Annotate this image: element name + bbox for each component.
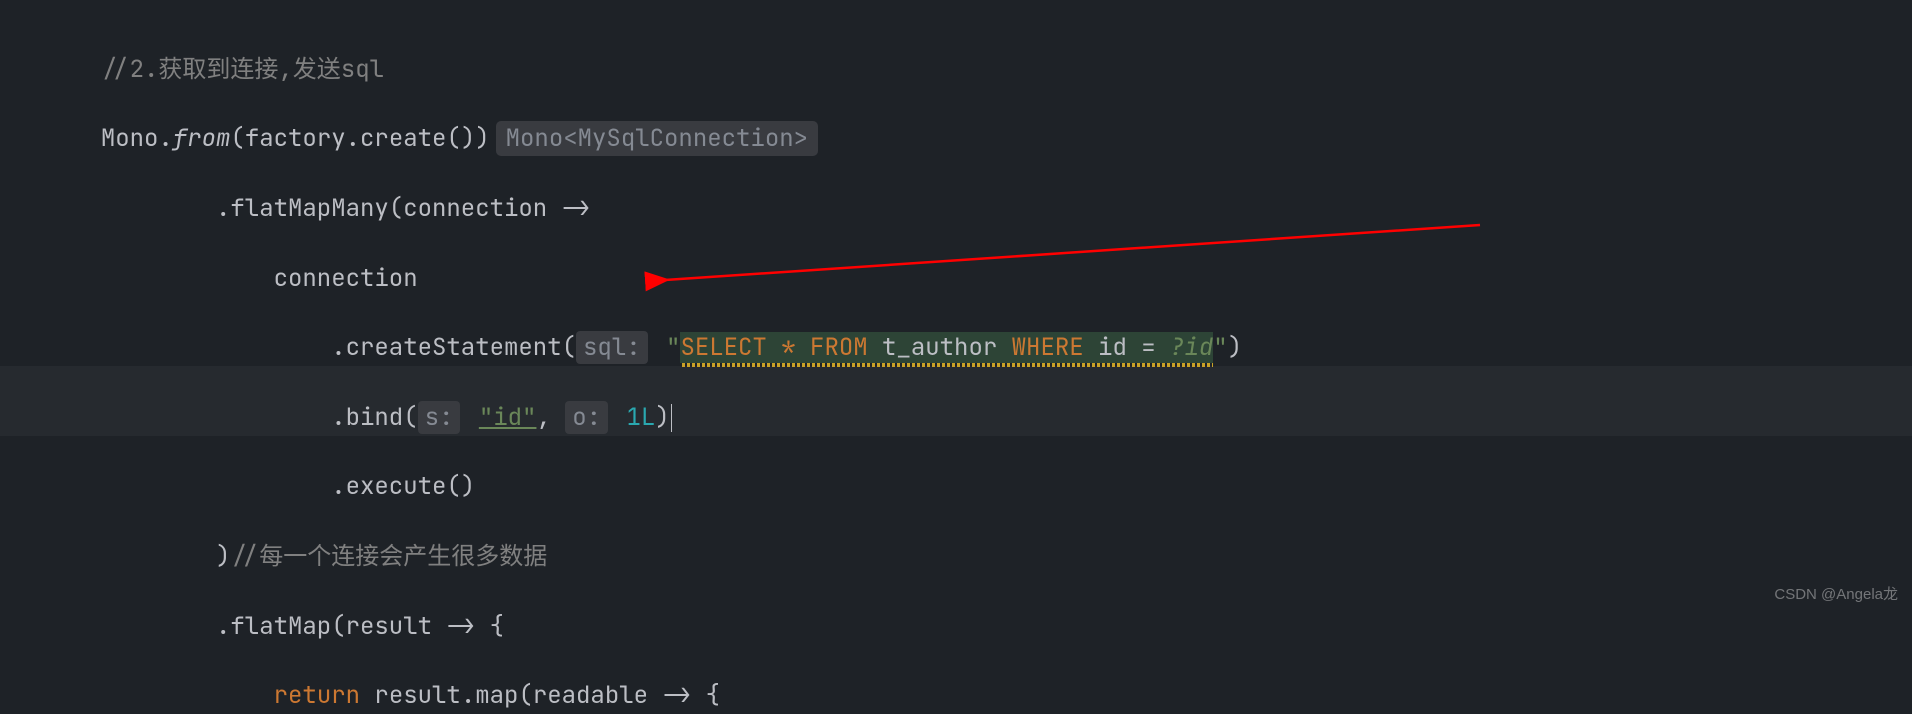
flatmap-call: .flatMap(result -> { xyxy=(101,611,504,642)
code-line-4[interactable]: connection xyxy=(0,227,1912,297)
1l-literal: 1L xyxy=(626,402,655,433)
code-line-1[interactable]: //2.获取到连接,发送sql xyxy=(0,18,1912,88)
close-paren: ) xyxy=(1228,332,1242,363)
execute-call: .execute() xyxy=(101,471,475,502)
code-line-10[interactable]: return result.map(readable -> { xyxy=(0,644,1912,714)
type-hint: Mono<MySqlConnection> xyxy=(496,121,818,156)
mono-identifier: Mono. xyxy=(101,123,173,154)
id-string: "id" xyxy=(479,402,537,433)
args: (factory.create()) xyxy=(230,123,489,154)
code-line-3[interactable]: .flatMapMany(connection -> xyxy=(0,157,1912,227)
s-param-hint: s: xyxy=(418,401,461,434)
sql-statement: SELECT * FROM t_author WHERE id = ?id xyxy=(680,332,1213,363)
result-map: result.map(readable -> { xyxy=(360,680,720,711)
code-line-6[interactable]: .bind(s: "id", o: 1L) xyxy=(0,366,1912,436)
bind-call: .bind( xyxy=(101,402,418,433)
o-param-hint: o: xyxy=(565,401,608,434)
text-caret xyxy=(671,404,672,432)
return-keyword: return xyxy=(274,680,360,711)
code-line-8[interactable]: )//每一个连接会产生很多数据 xyxy=(0,505,1912,575)
code-line-7[interactable]: .execute() xyxy=(0,436,1912,506)
comma: , xyxy=(536,402,565,433)
createstatement-call: .createStatement( xyxy=(101,332,576,363)
comment-text: //2.获取到连接,发送sql xyxy=(101,54,384,85)
close-paren-2: ) xyxy=(655,402,669,433)
close-paren-3: ) xyxy=(101,541,231,572)
code-line-2[interactable]: Mono.from(factory.create())Mono<MySqlCon… xyxy=(0,88,1912,158)
watermark: CSDN @Angela龙 xyxy=(1774,584,1898,606)
code-line-5[interactable]: .createStatement(sql: "SELECT * FROM t_a… xyxy=(0,296,1912,366)
flatmapmany-call: .flatMapMany(connection -> xyxy=(101,193,591,224)
sql-quote-close: " xyxy=(1213,332,1227,363)
code-line-9[interactable]: .flatMap(result -> { xyxy=(0,575,1912,645)
sql-quote-open: " xyxy=(666,332,680,363)
connection-ident: connection xyxy=(101,263,418,294)
comment-2: //每一个连接会产生很多数据 xyxy=(230,541,547,572)
from-method: from xyxy=(173,123,231,154)
sql-param-hint: sql: xyxy=(576,331,648,364)
